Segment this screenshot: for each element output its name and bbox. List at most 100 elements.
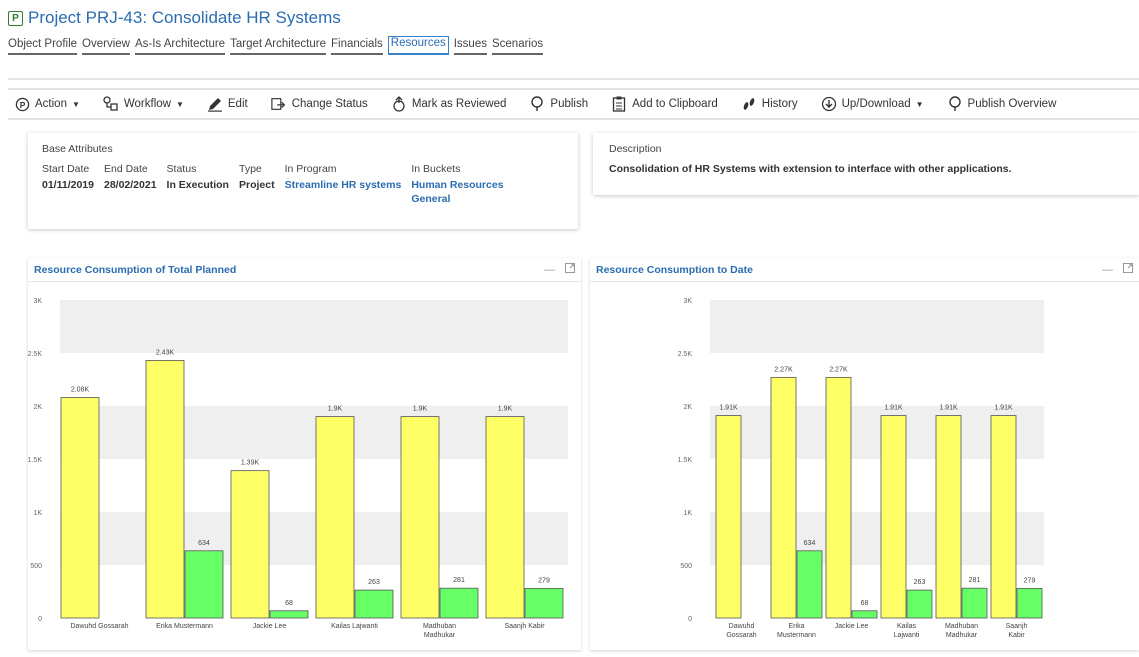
tab-target-architecture[interactable]: Target Architecture bbox=[230, 38, 326, 55]
workflow-button[interactable]: Workflow ▼ bbox=[97, 96, 184, 112]
bar-planned[interactable] bbox=[485, 416, 525, 619]
pin-icon bbox=[947, 96, 963, 112]
page-header: P Project PRJ-43: Consolidate HR Systems bbox=[8, 8, 341, 28]
start-date-value: 01/11/2019 bbox=[42, 179, 94, 191]
bar-planned[interactable] bbox=[880, 415, 907, 619]
y-tick-label: 500 bbox=[30, 563, 42, 570]
bar-actual[interactable] bbox=[184, 550, 224, 619]
bar-actual[interactable] bbox=[1016, 588, 1043, 619]
change-status-icon bbox=[271, 96, 287, 112]
publish-overview-button[interactable]: Publish Overview bbox=[941, 96, 1056, 112]
clipboard-icon bbox=[611, 96, 627, 112]
data-label: 2.27K bbox=[829, 366, 848, 373]
x-tick-label: Kailas Lajwanti bbox=[331, 623, 378, 630]
x-tick-label: Saanjh Kabir bbox=[504, 623, 545, 630]
action-button[interactable]: P Action ▼ bbox=[8, 96, 80, 112]
data-label: 1.9K bbox=[498, 406, 513, 413]
chart-panel-to-date: Resource Consumption to Date — 0 500 1K 1.5… bbox=[590, 258, 1139, 650]
y-tick-label: 2K bbox=[33, 404, 42, 411]
bar-planned[interactable] bbox=[770, 376, 797, 619]
x-tick-label: Jackie Lee bbox=[835, 623, 869, 630]
x-tick-label: Dawuhd Gossarah bbox=[71, 623, 129, 630]
bar-planned[interactable] bbox=[145, 360, 185, 619]
up-download-button[interactable]: Up/Download ▼ bbox=[815, 96, 924, 112]
x-tick-label: Dawuhd bbox=[729, 623, 755, 630]
edit-label: Edit bbox=[227, 98, 248, 110]
footsteps-icon bbox=[741, 96, 757, 112]
project-icon: P bbox=[8, 11, 23, 26]
add-to-clipboard-label: Add to Clipboard bbox=[632, 98, 718, 110]
bar-actual[interactable] bbox=[269, 610, 309, 619]
tab-scenarios[interactable]: Scenarios bbox=[491, 38, 544, 55]
expand-icon[interactable] bbox=[1123, 263, 1133, 276]
description-card: Description Consolidation of HR Systems … bbox=[593, 133, 1139, 195]
x-tick-label: Madhuban bbox=[423, 623, 456, 630]
publish-button[interactable]: Publish bbox=[523, 96, 588, 112]
y-tick-label: 1K bbox=[683, 510, 692, 517]
bar-chart-total-planned: 0 500 1K 1.5K 2K 2.5K 3K 2.08K Dawuhd Gossarah 2.… bbox=[28, 298, 568, 639]
bar-actual[interactable] bbox=[524, 588, 564, 619]
history-button[interactable]: History bbox=[735, 96, 798, 112]
change-status-label: Change Status bbox=[291, 98, 368, 110]
data-label: 634 bbox=[804, 540, 816, 547]
bar-planned[interactable] bbox=[400, 416, 440, 619]
data-label: 2.08K bbox=[71, 387, 90, 394]
y-tick-label: 1K bbox=[33, 510, 42, 517]
x-tick-label: Madhukar bbox=[946, 632, 978, 639]
bar-planned[interactable] bbox=[825, 376, 852, 619]
workflow-icon bbox=[103, 96, 119, 112]
x-tick-label: Mustermann bbox=[777, 632, 816, 639]
up-download-label: Up/Download bbox=[841, 98, 911, 110]
mark-as-reviewed-label: Mark as Reviewed bbox=[411, 98, 507, 110]
y-tick-label: 1.5K bbox=[28, 457, 42, 464]
bar-actual[interactable] bbox=[851, 610, 878, 619]
toolbar: P Action ▼ Workflow ▼ Edit Change Status… bbox=[8, 88, 1139, 120]
bar-planned[interactable] bbox=[230, 470, 270, 619]
bar-actual[interactable] bbox=[354, 589, 394, 619]
action-label: Action bbox=[35, 98, 67, 110]
bar-actual[interactable] bbox=[796, 550, 823, 619]
data-label: 1.9K bbox=[413, 406, 428, 413]
bar-planned[interactable] bbox=[715, 415, 742, 619]
data-label: 1.91K bbox=[939, 405, 958, 412]
add-to-clipboard-button[interactable]: Add to Clipboard bbox=[605, 96, 718, 112]
edit-button[interactable]: Edit bbox=[201, 96, 248, 112]
tab-resources[interactable]: Resources bbox=[387, 36, 449, 55]
y-tick-label: 0 bbox=[688, 616, 692, 623]
tab-issues[interactable]: Issues bbox=[453, 38, 487, 55]
bucket-link-human-resources[interactable]: Human Resources bbox=[411, 178, 503, 192]
history-label: History bbox=[761, 98, 798, 110]
y-tick-label: 3K bbox=[33, 298, 42, 305]
change-status-button[interactable]: Change Status bbox=[265, 96, 368, 112]
pin-icon bbox=[529, 96, 545, 112]
minimize-icon[interactable]: — bbox=[1102, 264, 1113, 276]
page-title: Project PRJ-43: Consolidate HR Systems bbox=[28, 8, 341, 27]
bar-actual[interactable] bbox=[906, 589, 933, 619]
mark-as-reviewed-button[interactable]: Mark as Reviewed bbox=[385, 96, 507, 112]
data-label: 1.9K bbox=[328, 406, 343, 413]
end-date-value: 28/02/2021 bbox=[103, 179, 157, 191]
grid-band bbox=[60, 300, 568, 353]
bucket-link-general[interactable]: General bbox=[411, 192, 503, 206]
program-link[interactable]: Streamline HR systems bbox=[285, 178, 402, 192]
tab-overview[interactable]: Overview bbox=[82, 38, 130, 55]
y-tick-label: 2K bbox=[683, 404, 692, 411]
y-tick-label: 2.5K bbox=[28, 351, 42, 358]
description-text: Consolidation of HR Systems with extensi… bbox=[609, 163, 1012, 175]
bar-planned[interactable] bbox=[315, 416, 355, 619]
expand-icon[interactable] bbox=[565, 263, 575, 276]
publish-label: Publish bbox=[550, 98, 589, 110]
minimize-icon[interactable]: — bbox=[544, 264, 555, 276]
bar-actual[interactable] bbox=[961, 587, 988, 619]
tab-as-is-architecture[interactable]: As-Is Architecture bbox=[134, 38, 226, 55]
tab-financials[interactable]: Financials bbox=[330, 38, 383, 55]
bar-planned[interactable] bbox=[990, 415, 1017, 619]
bar-planned[interactable] bbox=[935, 415, 962, 619]
data-label: 279 bbox=[1024, 577, 1036, 584]
bar-actual[interactable] bbox=[439, 587, 479, 619]
bar-planned[interactable] bbox=[60, 397, 100, 619]
tab-object-profile[interactable]: Object Profile bbox=[8, 38, 78, 55]
workflow-label: Workflow bbox=[123, 98, 171, 110]
data-label: 281 bbox=[453, 577, 465, 584]
data-label: 263 bbox=[368, 579, 380, 586]
